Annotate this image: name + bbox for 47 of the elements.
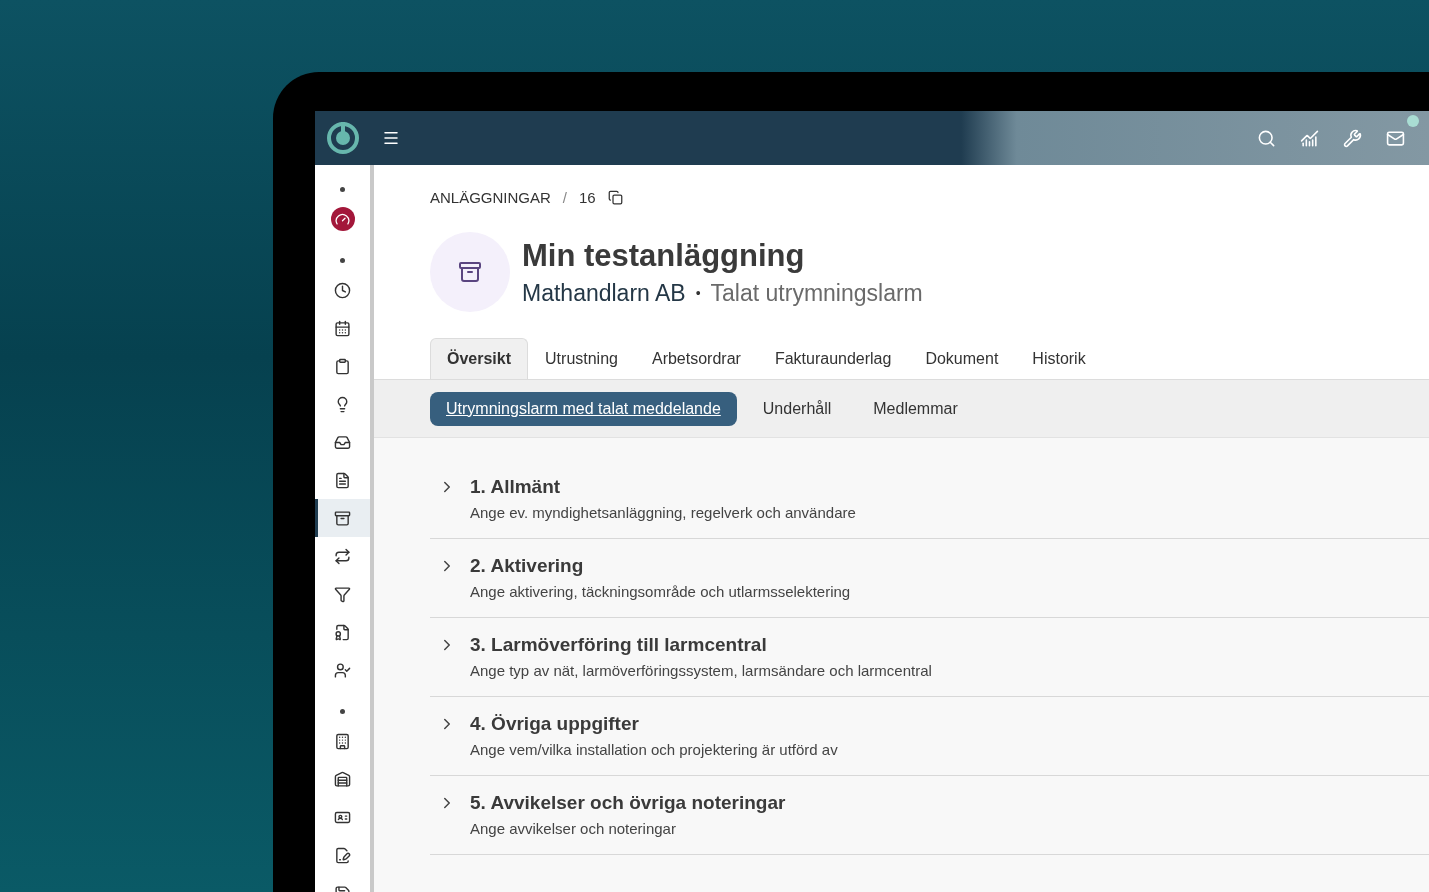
clipboard-icon [334,357,351,375]
sidebar-item[interactable] [315,499,370,537]
company-name: Mathandlarn AB [522,279,686,307]
gauge-icon [330,207,355,231]
subtitle-separator: • [695,285,701,301]
user-check-icon [334,661,351,679]
copy-icon[interactable] [607,190,623,205]
facility-type: Talat utrymningslarm [710,279,923,307]
subtab[interactable]: Utrymningslarm med talat meddelande [430,392,737,426]
section-title: 2. Aktivering [470,555,585,577]
breadcrumb-link[interactable]: ANLÄGGNINGAR [430,189,551,206]
breadcrumb-separator: / [562,189,568,206]
section-title: 1. Allmänt [470,476,562,498]
tab[interactable]: Historik [1015,338,1103,379]
section-title: 4. Övriga uppgifter [470,713,640,735]
section-description: Ange avvikelser och noteringar [470,820,677,837]
mail-icon [1386,128,1405,148]
wrench-icon [1343,128,1362,148]
warehouse-icon [334,770,351,788]
search-icon [1257,128,1276,148]
inbox-icon [334,433,351,451]
clock-icon [334,281,351,299]
filter-icon [334,585,351,603]
section-title: 3. Larmöverföring till larmcentral [470,634,768,656]
section-description: Ange ev. myndighetsanläggning, regelverk och användare [470,504,856,521]
section-description: Ange aktivering, täckningsområde och utlarmsselektering [470,583,851,600]
tab[interactable]: Arbetsordrar [634,338,758,379]
section-description: Ange vem/vilka installation och projektering är utförd av [470,741,838,758]
tab[interactable]: Fakturaunderlag [757,338,909,379]
chart-icon [1300,128,1319,148]
page-title: Min testanläggning [522,237,806,274]
tab[interactable]: Översikt [430,338,529,379]
breadcrumb-current: 16 [579,189,596,206]
menu-icon [382,129,400,147]
document-icon [334,471,351,489]
calendar-icon [334,319,351,337]
subtab[interactable]: Underhåll [746,392,848,426]
archive-icon [334,509,351,527]
repeat-icon [334,547,351,565]
section-title: 5. Avvikelser och övriga noteringar [470,792,786,814]
logo-icon [325,121,360,155]
tab[interactable]: Utrustning [528,338,635,379]
archive-icon [458,260,482,284]
subtab[interactable]: Medlemmar [857,392,974,426]
tab[interactable]: Dokument [908,338,1016,379]
building-icon [334,732,351,750]
section-description: Ange typ av nät, larmöverföringssystem, larmsändare och larmcentral [470,662,932,679]
